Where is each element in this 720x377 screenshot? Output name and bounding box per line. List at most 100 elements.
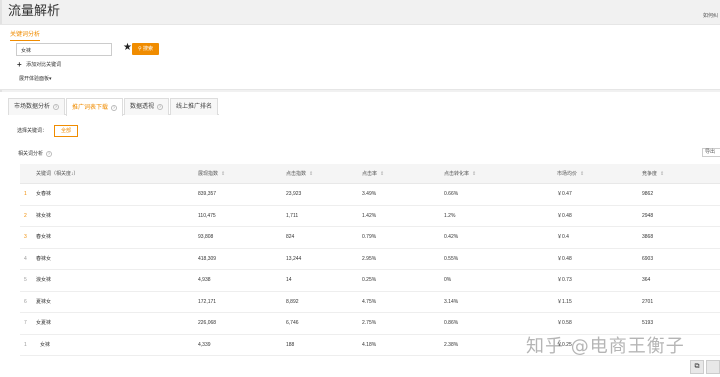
keyword-search-input[interactable]: 女袜 [16, 43, 112, 56]
sort-icon: ⇕ [309, 171, 314, 177]
table-row[interactable]: 6 夏袜女 172,171 8,892 4.75% 3.14% ￥1.15 27… [20, 292, 720, 313]
search-button-label: 搜索 [143, 46, 154, 52]
page-title: 流量解析 [8, 3, 61, 18]
header-label: 关键词（相关度↓） [36, 171, 79, 177]
help-icon[interactable]: ? [111, 104, 118, 111]
row-clicks: 13,244 [286, 255, 302, 262]
sort-icon: ⇕ [221, 171, 226, 177]
row-cvr: 0.55% [444, 255, 459, 262]
row-cvr: 1.2% [444, 212, 456, 219]
row-impressions: 418,309 [198, 255, 217, 262]
tab-label: 推广词表下载 [72, 104, 109, 111]
header-label: 展现指数 [198, 171, 219, 177]
row-impressions: 110,475 [198, 212, 216, 219]
row-ctr: 2.75% [362, 320, 377, 326]
table-header: 关键词（相关度↓） 展现指数 ⇕ 点击指数 ⇕ 点击率 ⇕ 点击转化率 ⇕ 市场均价 ⇕ … [20, 164, 720, 184]
row-price: ￥0.48 [557, 255, 572, 262]
header-label: 市场均价 [557, 171, 578, 177]
header-label: 点击指数 [286, 171, 307, 177]
help-link[interactable]: 如何纠 [703, 12, 718, 19]
tab-data-pivot[interactable]: 数据透视 ? [124, 98, 170, 115]
header-label: 竞争度 [642, 171, 658, 177]
row-impressions: 839,357 [198, 191, 217, 197]
sort-icon: ⇕ [660, 171, 665, 177]
row-competition: 364 [642, 277, 651, 283]
search-button[interactable]: ⚲ 搜索 [132, 43, 159, 55]
row-impressions: 226,068 [198, 320, 217, 326]
row-keyword[interactable]: 浪女袜 [36, 270, 51, 291]
row-clicks: 188 [286, 341, 295, 348]
sort-icon: ⇕ [580, 171, 585, 177]
tab-online-ranking[interactable]: 线上推广排名 [170, 98, 219, 115]
watermark: 知乎 @电商王衡子 [526, 336, 685, 357]
row-competition: 2948 [642, 212, 654, 219]
table-row[interactable]: 4 春袜女 418,309 13,244 2.95% 0.55% ￥0.48 6… [20, 249, 720, 270]
table-row[interactable]: 3 春女袜 93,808 824 0.79% 0.42% ￥0.4 3868 [20, 227, 720, 249]
col-clicks[interactable]: 点击指数 ⇕ [286, 164, 313, 184]
row-ctr: 4.18% [362, 341, 377, 348]
row-impressions: 93,808 [198, 234, 214, 240]
header-label: 点击率 [362, 171, 378, 177]
tab-market-data[interactable]: 市场数据分析 ? [8, 98, 66, 115]
tab-label: 数据透视 [130, 104, 155, 110]
row-impressions: 4,339 [198, 341, 211, 348]
col-impressions[interactable]: 展现指数 ⇕ [198, 164, 225, 184]
col-price[interactable]: 市场均价 ⇕ [557, 164, 584, 184]
help-icon[interactable]: ? [46, 150, 53, 157]
copy-icon[interactable]: ⧉ [690, 360, 704, 374]
row-clicks: 8,892 [286, 298, 299, 305]
row-cvr: 0.42% [444, 234, 459, 240]
add-compare-keyword[interactable]: + 添加对比关键词 [17, 60, 61, 69]
row-rank: 5 [24, 277, 27, 283]
col-cvr[interactable]: 点击转化率 ⇕ [444, 164, 476, 184]
row-impressions: 4,938 [198, 277, 211, 283]
tab-keyword-analysis[interactable]: 关键词分析 [10, 29, 41, 41]
row-ctr: 4.75% [362, 298, 377, 305]
plus-icon: + [17, 60, 22, 69]
add-compare-label: 添加对比关键词 [26, 62, 62, 68]
row-keyword[interactable]: 袜女袜 [36, 206, 51, 227]
help-icon[interactable]: ? [53, 104, 60, 110]
row-keyword[interactable]: 夏袜女 [36, 292, 51, 313]
row-keyword[interactable]: 女袜 [40, 335, 50, 356]
row-keyword[interactable]: 春袜女 [36, 249, 51, 270]
row-rank: 7 [24, 320, 27, 326]
row-clicks: 23,923 [286, 191, 302, 197]
corner-button[interactable] [706, 360, 720, 374]
keyword-table: 关键词（相关度↓） 展现指数 ⇕ 点击指数 ⇕ 点击率 ⇕ 点击转化率 ⇕ 市场均价 ⇕ … [20, 164, 720, 356]
col-keyword[interactable]: 关键词（相关度↓） [36, 164, 79, 184]
row-impressions: 172,171 [198, 298, 217, 305]
table-row[interactable]: 2 袜女袜 110,475 1,711 1.42% 1.2% ￥0.48 294… [20, 206, 720, 227]
table-row[interactable]: 1 女春袜 839,357 23,923 3.49% 0.66% ￥0.47 9… [20, 184, 720, 206]
row-ctr: 0.79% [362, 234, 377, 240]
row-competition: 6903 [642, 255, 654, 262]
keyword-search-card: 关键词分析 女袜 ★ ⚲ 搜索 + 添加对比关键词 展开体验面板▾ [0, 24, 720, 90]
row-rank: 1 [24, 191, 27, 197]
row-ctr: 3.49% [362, 191, 377, 197]
row-keyword[interactable]: 女夏袜 [36, 313, 51, 334]
all-keywords-button[interactable]: 全部 [54, 125, 78, 137]
help-icon[interactable]: ? [157, 104, 164, 110]
export-button[interactable]: 导出 [702, 148, 720, 157]
star-icon[interactable]: ★ [123, 43, 132, 53]
row-competition: 5193 [642, 320, 654, 326]
row-competition: 2701 [642, 298, 654, 305]
row-cvr: 3.14% [444, 298, 459, 305]
row-rank: 1 [24, 341, 27, 348]
row-clicks: 14 [286, 277, 292, 283]
col-ctr[interactable]: 点击率 ⇕ [362, 164, 384, 184]
row-price: ￥0.48 [557, 212, 572, 219]
row-cvr: 0.66% [444, 191, 459, 197]
tab-keyword-download[interactable]: 推广词表下载 ? [66, 98, 124, 116]
col-competition[interactable]: 竞争度 ⇕ [642, 164, 664, 184]
row-price: ￥0.47 [557, 191, 572, 197]
row-keyword[interactable]: 春女袜 [36, 227, 51, 248]
expand-panel-toggle[interactable]: 展开体验面板▾ [19, 75, 52, 82]
row-ctr: 2.95% [362, 255, 377, 262]
table-row[interactable]: 5 浪女袜 4,938 14 0.25% 0% ￥0.73 364 [20, 270, 720, 292]
row-price: ￥0.58 [557, 320, 572, 326]
row-ctr: 1.42% [362, 212, 377, 219]
row-price: ￥0.4 [557, 234, 569, 240]
row-clicks: 824 [286, 234, 295, 240]
row-keyword[interactable]: 女春袜 [36, 184, 51, 205]
